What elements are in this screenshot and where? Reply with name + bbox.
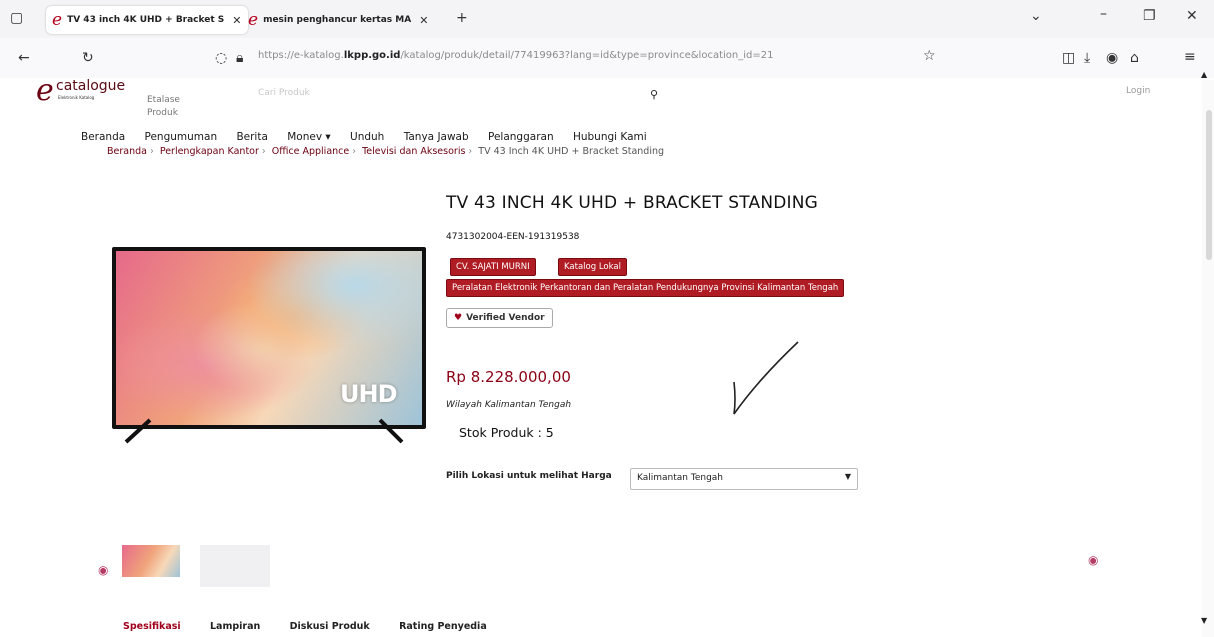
breadcrumb-separator: › [149, 146, 154, 157]
back-arrow-icon[interactable]: ← [18, 50, 30, 66]
verified-check-icon: ♥ [454, 313, 463, 323]
tab-diskusi-produk[interactable]: Diskusi Produk [290, 621, 370, 632]
carousel-prev-icon[interactable]: ◉ [98, 563, 108, 577]
nav-item-pengumuman[interactable]: Pengumuman [145, 131, 218, 143]
close-tab-icon[interactable]: ✕ [419, 14, 428, 27]
tab-overview-icon[interactable]: ▢ [10, 10, 23, 26]
nav-item-unduh[interactable]: Unduh [350, 131, 384, 143]
scroll-down-icon[interactable]: ▼ [1201, 616, 1207, 625]
carousel-next-icon[interactable]: ◉ [1088, 553, 1098, 567]
search-icon[interactable]: ⚲ [650, 88, 658, 101]
vendor-badge[interactable]: CV. SAJATI MURNI [450, 258, 536, 276]
lock-icon[interactable]: 🔒︎ [236, 50, 243, 66]
scroll-up-icon[interactable]: ▲ [1201, 70, 1207, 79]
new-tab-button[interactable]: + [456, 10, 468, 26]
tv-stand-icon [124, 418, 404, 444]
product-title: TV 43 INCH 4K UHD + BRACKET STANDING [446, 193, 819, 213]
breadcrumb-item[interactable]: Televisi dan Aksesoris [362, 146, 465, 157]
close-tab-icon[interactable]: ✕ [232, 14, 241, 27]
close-window-icon[interactable]: ✕ [1186, 8, 1198, 24]
breadcrumb: Beranda › Perlengkapan Kantor › Office App… [107, 146, 664, 157]
nav-item-tanya-jawab[interactable]: Tanya Jawab [404, 131, 469, 143]
tab-list-chevron-icon[interactable]: ⌄ [1030, 8, 1042, 24]
breadcrumb-separator: › [261, 146, 266, 157]
browser-tab-title: mesin penghancur kertas MA [263, 15, 412, 25]
product-price: Rp 8.228.000,00 [446, 368, 571, 386]
breadcrumb-item[interactable]: Perlengkapan Kantor [160, 146, 259, 157]
etalase-produk-link[interactable]: Etalase Produk [147, 94, 180, 120]
browser-tab-title: TV 43 inch 4K UHD + Bracket S [67, 15, 225, 25]
nav-item-beranda[interactable]: Beranda [81, 131, 125, 143]
maximize-icon[interactable]: ❐ [1143, 8, 1156, 24]
breadcrumb-current: TV 43 Inch 4K UHD + Bracket Standing [478, 146, 665, 157]
category-badge: Peralatan Elektronik Perkantoran dan Per… [446, 279, 845, 297]
chevron-down-icon: ▼ [844, 472, 851, 481]
login-link[interactable]: Login [1126, 86, 1150, 96]
stock-info: Stok Produk : 5 [459, 425, 554, 440]
breadcrumb-item[interactable]: Office Appliance [272, 146, 350, 157]
site-logo-text[interactable]: catalogue [56, 78, 125, 94]
tab-lampiran[interactable]: Lampiran [210, 621, 260, 632]
breadcrumb-separator: › [352, 146, 357, 157]
reload-icon[interactable]: ↻ [82, 50, 94, 66]
verified-label: Verified Vendor [466, 313, 545, 323]
product-code: 4731302004-EEN-191319538 [446, 232, 580, 242]
browser-tab[interactable]: e mesin penghancur kertas MA ✕ [248, 6, 448, 34]
shield-icon[interactable]: ◌ [215, 50, 227, 66]
site-favicon-icon: e [248, 10, 259, 30]
location-label: Pilih Lokasi untuk melihat Harga [446, 471, 612, 481]
nav-item-pelanggaran[interactable]: Pelanggaran [488, 131, 554, 143]
browser-tab-active[interactable]: e TV 43 inch 4K UHD + Bracket S ✕ [46, 6, 248, 34]
tab-rating-penyedia[interactable]: Rating Penyedia [399, 621, 487, 632]
nav-item-hubungi-kami[interactable]: Hubungi Kami [573, 131, 647, 143]
produk-label: Produk [147, 108, 178, 118]
handwritten-checkmark [733, 341, 799, 415]
search-input[interactable]: Cari Produk [258, 88, 310, 98]
account-icon[interactable]: ◉ [1106, 50, 1118, 66]
bookmark-star-icon[interactable]: ☆ [923, 48, 936, 64]
etalase-label: Etalase [147, 95, 180, 105]
site-logo-subtitle: Elektronik Katalog [58, 95, 95, 100]
site-favicon-icon: e [52, 10, 63, 30]
extensions-icon[interactable]: ⌂ [1130, 50, 1139, 66]
stock-label: Stok Produk : [459, 425, 542, 440]
price-region: Wilayah Kalimantan Tengah [446, 400, 572, 410]
site-logo-icon[interactable]: e [36, 76, 54, 106]
breadcrumb-item[interactable]: Beranda [107, 146, 147, 157]
stock-value: 5 [545, 425, 554, 440]
breadcrumb-separator: › [468, 146, 473, 157]
pocket-icon[interactable]: ◫ [1062, 50, 1075, 66]
location-select[interactable]: Kalimantan Tengah ▼ [630, 468, 858, 490]
tv-uhd-label: UHD [340, 380, 397, 408]
katalog-badge: Katalog Lokal [558, 258, 627, 276]
main-nav: Beranda Pengumuman Berita Monev ▾ Unduh … [81, 131, 663, 143]
scrollbar-thumb[interactable] [1206, 110, 1212, 260]
verified-vendor-badge: ♥ Verified Vendor [446, 308, 553, 328]
nav-item-monev[interactable]: Monev ▾ [287, 131, 330, 143]
tab-spesifikasi[interactable]: Spesifikasi [123, 621, 181, 632]
thumbnail-image[interactable] [122, 545, 180, 577]
location-select-value: Kalimantan Tengah [637, 473, 723, 483]
address-bar[interactable]: https://e-katalog.lkpp.go.id/katalog/pro… [258, 50, 773, 61]
nav-item-berita[interactable]: Berita [236, 131, 267, 143]
minimize-icon[interactable]: – [1100, 6, 1107, 22]
detail-tabs: Spesifikasi Lampiran Diskusi Produk Rati… [123, 621, 513, 632]
thumbnail-placeholder[interactable] [200, 545, 270, 587]
download-icon[interactable]: ⤓ [1084, 50, 1090, 66]
menu-icon[interactable]: ≡ [1184, 49, 1196, 65]
